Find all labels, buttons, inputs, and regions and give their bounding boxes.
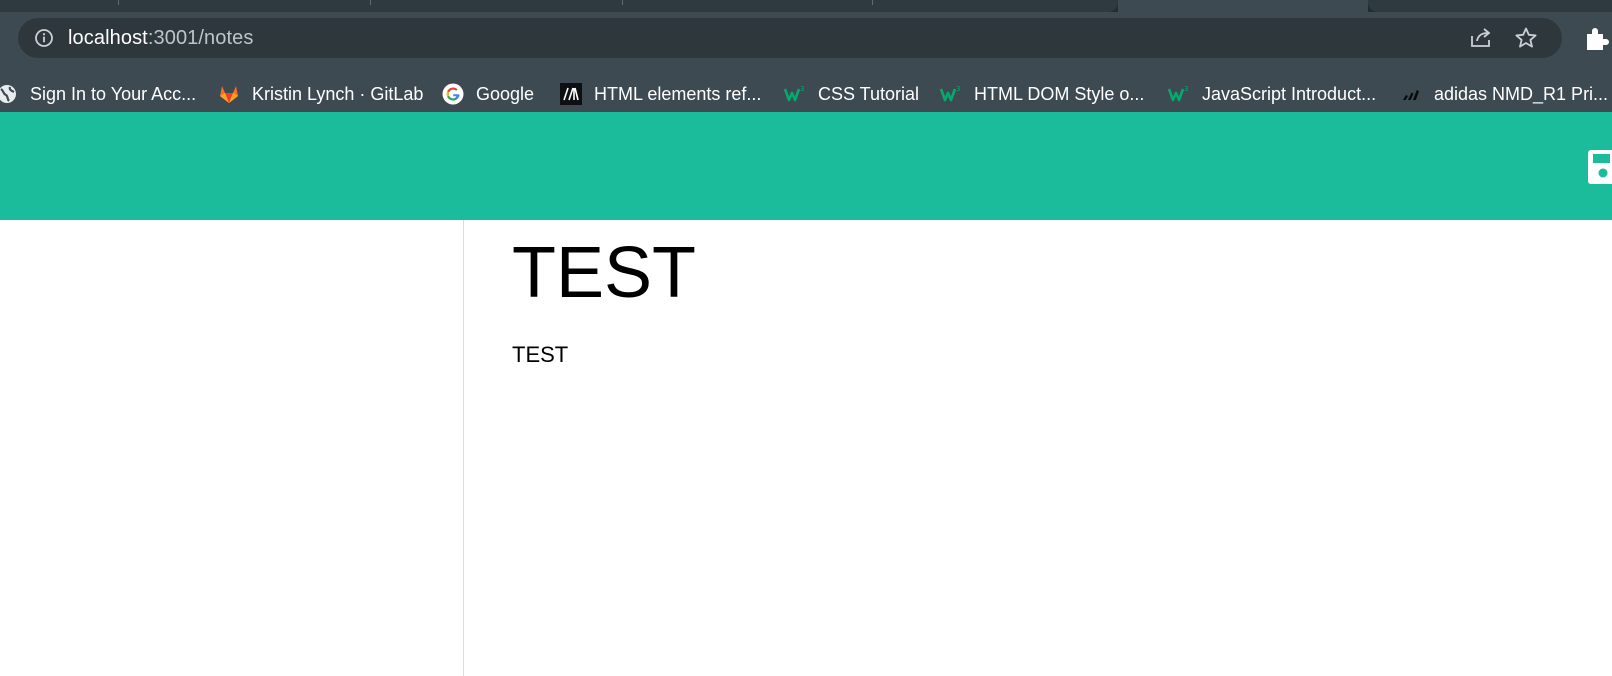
mdn-icon <box>560 83 582 105</box>
bookmark-label: HTML elements ref... <box>594 83 762 104</box>
active-tab[interactable] <box>1118 0 1368 12</box>
bookmark-label: adidas NMD_R1 Pri... <box>1434 83 1609 104</box>
tab-separator <box>118 0 119 5</box>
w3schools-icon: 3 <box>784 83 806 105</box>
bookmark-gitlab[interactable]: Kristin Lynch · GitLab <box>218 80 423 108</box>
tab-separator <box>622 0 623 5</box>
bookmark-label: Google <box>476 83 535 104</box>
app-header: er <box>0 112 1612 220</box>
inactive-tab[interactable] <box>1368 0 1612 12</box>
bookmark-adidas[interactable]: adidas NMD_R1 Pri... <box>1400 80 1608 108</box>
floppy-disk-icon[interactable] <box>1588 150 1612 184</box>
bookmark-sign-in[interactable]: Sign In to Your Acc... <box>0 80 196 108</box>
w3schools-icon: 3 <box>940 83 962 105</box>
address-host: localhost <box>68 27 148 49</box>
bookmark-css-tutorial[interactable]: 3 CSS Tutorial <box>784 80 919 108</box>
star-icon[interactable] <box>1514 26 1538 50</box>
inactive-tabs[interactable] <box>0 0 1118 12</box>
tab-separator <box>872 0 873 5</box>
notes-sidebar <box>0 220 464 676</box>
browser-toolbar: localhost:3001/notes Sign In to Your Acc… <box>0 12 1612 112</box>
svg-text:3: 3 <box>800 85 804 93</box>
gitlab-icon <box>218 83 240 105</box>
svg-text:3: 3 <box>956 85 960 93</box>
tab-strip <box>0 0 1612 12</box>
bookmark-label: JavaScript Introduct... <box>1202 83 1377 104</box>
share-icon[interactable] <box>1468 26 1494 50</box>
bookmark-label: HTML DOM Style o... <box>974 83 1145 104</box>
bookmark-google[interactable]: Google <box>442 80 534 108</box>
tab-separator <box>370 0 371 5</box>
google-icon <box>442 83 464 105</box>
address-path: :3001/notes <box>147 27 254 49</box>
note-title: TEST <box>512 233 697 313</box>
note-view: TEST TEST <box>464 220 1612 676</box>
bookmark-mdn[interactable]: HTML elements ref... <box>560 80 761 108</box>
extensions-puzzle-icon[interactable] <box>1584 26 1610 52</box>
note-body: TEST <box>512 342 569 367</box>
bookmark-javascript-intro[interactable]: 3 JavaScript Introduct... <box>1168 80 1376 108</box>
bookmark-html-dom-style[interactable]: 3 HTML DOM Style o... <box>940 80 1144 108</box>
address-url[interactable]: localhost:3001/notes <box>68 27 253 50</box>
address-bar[interactable]: localhost:3001/notes <box>18 18 1562 58</box>
adidas-icon <box>1400 83 1422 105</box>
bookmark-label: Kristin Lynch · GitLab <box>252 83 424 104</box>
w3schools-icon: 3 <box>1168 83 1190 105</box>
svg-text:3: 3 <box>1184 85 1188 93</box>
info-icon[interactable] <box>34 28 54 48</box>
bookmark-label: Sign In to Your Acc... <box>30 83 197 104</box>
globe-icon <box>0 83 18 105</box>
bookmark-label: CSS Tutorial <box>818 83 920 104</box>
